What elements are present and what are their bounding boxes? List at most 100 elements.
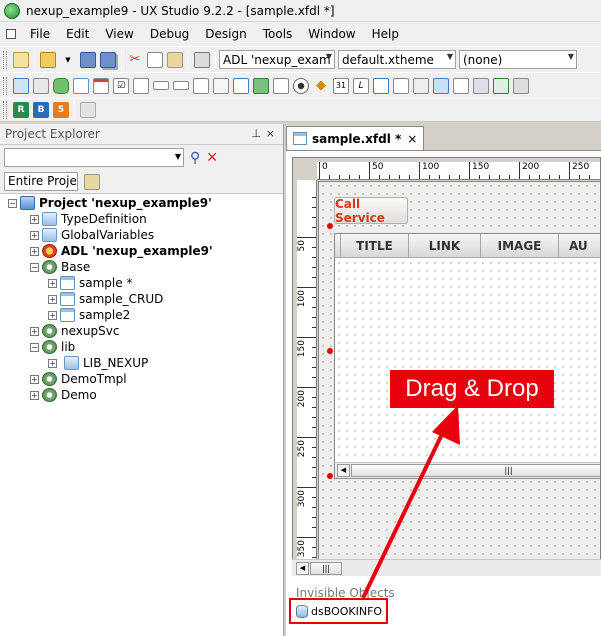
explorer-search-input[interactable]: ▼	[4, 148, 184, 167]
div-component-icon[interactable]	[233, 77, 249, 94]
adl-select[interactable]: ADL 'nexup_exam ▼	[219, 50, 335, 69]
tree-item-adl[interactable]: + ADL 'nexup_example9'	[30, 243, 213, 259]
tree-item-base[interactable]: − Base	[30, 259, 90, 275]
tree-item-nexupsvc[interactable]: + nexupSvc	[30, 323, 119, 339]
menu-edit[interactable]: Edit	[58, 22, 97, 46]
clear-icon[interactable]: ✕	[206, 150, 218, 166]
menu-debug[interactable]: Debug	[142, 22, 197, 46]
html5-tool-icon[interactable]: 5	[53, 102, 69, 118]
calendar-component-icon[interactable]	[73, 77, 89, 94]
dropdown-arrow-icon[interactable]: ▼	[60, 52, 76, 68]
tree-item-lib[interactable]: − lib	[30, 339, 75, 355]
collapse-icon[interactable]: −	[30, 342, 39, 352]
filter-icon[interactable]	[84, 173, 100, 190]
menu-design[interactable]: Design	[197, 22, 254, 46]
open-folder-icon[interactable]	[40, 51, 56, 68]
menu-view[interactable]: View	[97, 22, 141, 46]
selection-handle[interactable]	[327, 223, 333, 229]
scope-select[interactable]: Entire Proje	[4, 172, 78, 191]
grid-column-author[interactable]: AU	[559, 234, 600, 258]
menu-file[interactable]: File	[22, 22, 58, 46]
tree-component-icon[interactable]	[433, 77, 449, 94]
tree-item-globalvariables[interactable]: + GlobalVariables	[30, 227, 154, 243]
expand-icon[interactable]: +	[30, 214, 39, 224]
grid-component-icon[interactable]	[193, 77, 209, 94]
expand-icon[interactable]: +	[48, 358, 57, 368]
cut-icon[interactable]: ✂	[127, 52, 143, 68]
scrollbar-thumb[interactable]: |||	[351, 464, 600, 477]
edit-component-icon[interactable]	[153, 81, 169, 90]
editor-horizontal-scrollbar[interactable]: ◀ |||	[292, 559, 601, 576]
grid-column-image[interactable]: IMAGE	[481, 234, 559, 258]
copy-icon[interactable]	[147, 51, 163, 68]
grid-column-title[interactable]: TITLE	[341, 234, 409, 258]
menu-help[interactable]: Help	[364, 22, 407, 46]
tree-item-sample-crud[interactable]: + sample_CRUD	[48, 291, 163, 307]
scrollbar-thumb[interactable]: |||	[310, 562, 342, 575]
pin-icon[interactable]: ⊥	[251, 127, 261, 140]
grid-body[interactable]	[335, 259, 600, 461]
collapse-icon[interactable]: −	[30, 262, 39, 272]
tree-item-demotmpl[interactable]: + DemoTmpl	[30, 371, 127, 387]
table-component-icon[interactable]	[393, 77, 409, 94]
expand-icon[interactable]: +	[30, 374, 39, 384]
expand-icon[interactable]: +	[30, 230, 39, 240]
window-menu-icon[interactable]	[0, 22, 22, 46]
expand-icon[interactable]: +	[30, 246, 39, 256]
groupbox-component-icon[interactable]	[213, 77, 229, 94]
new-icon[interactable]	[13, 51, 29, 68]
b-tool-icon[interactable]: B	[33, 102, 49, 118]
progress-component-icon[interactable]	[453, 77, 469, 94]
scroll-left-icon[interactable]: ◀	[296, 562, 309, 575]
expand-icon[interactable]: +	[48, 294, 57, 304]
scroll-left-icon[interactable]: ◀	[337, 464, 350, 477]
spin-component-icon[interactable]	[413, 77, 429, 94]
shape-component-icon[interactable]	[53, 77, 69, 94]
grid-column-link[interactable]: LINK	[409, 234, 481, 258]
call-service-button[interactable]: Call Service	[334, 197, 408, 225]
form-component-icon[interactable]	[93, 77, 109, 94]
menu-component-icon[interactable]	[273, 77, 289, 94]
static-text-icon[interactable]: L	[353, 77, 369, 94]
maskedit-component-icon[interactable]	[173, 81, 189, 90]
tree-item-sample2[interactable]: + sample2	[48, 307, 130, 323]
tree-item-typedefinition[interactable]: + TypeDefinition	[30, 211, 147, 227]
more-component-icon[interactable]	[513, 77, 529, 94]
paste-icon[interactable]	[167, 51, 183, 68]
save-icon[interactable]	[80, 51, 96, 68]
selection-handle[interactable]	[327, 348, 333, 354]
selection-handle[interactable]	[327, 473, 333, 479]
toolbar-grip[interactable]	[3, 101, 7, 119]
close-tab-icon[interactable]: ×	[407, 132, 417, 146]
toolbar-grip[interactable]	[3, 76, 7, 95]
tree-item-demo[interactable]: + Demo	[30, 387, 97, 403]
expand-icon[interactable]: +	[30, 326, 39, 336]
listbox-component-icon[interactable]	[133, 77, 149, 94]
tree-item-project[interactable]: − Project 'nexup_example9'	[8, 195, 212, 211]
dataset-item[interactable]: dsBOOKINFO	[289, 598, 388, 624]
r-tool-icon[interactable]: R	[13, 102, 29, 118]
expand-icon[interactable]: +	[30, 390, 39, 400]
select-pointer-icon[interactable]	[13, 77, 29, 94]
search-icon[interactable]: ⚲	[190, 150, 200, 166]
button-component-icon[interactable]	[33, 77, 49, 94]
web-component-icon[interactable]	[473, 77, 489, 94]
plugin-component-icon[interactable]	[493, 77, 509, 94]
checkbox-component-icon[interactable]: ☑	[113, 77, 129, 94]
collapse-icon[interactable]: −	[8, 198, 17, 208]
toolbar-grip[interactable]	[3, 50, 7, 69]
book-grid[interactable]: TITLE LINK IMAGE AU ◀ |||	[334, 233, 600, 479]
tab-component-icon[interactable]	[373, 77, 389, 94]
tree-item-sample[interactable]: + sample *	[48, 275, 132, 291]
none-select[interactable]: (none) ▼	[459, 50, 577, 69]
menu-window[interactable]: Window	[300, 22, 363, 46]
tab-sample-xfdl[interactable]: sample.xfdl * ×	[286, 126, 425, 150]
grid-horizontal-scrollbar[interactable]: ◀ |||	[335, 462, 600, 478]
close-icon[interactable]: ×	[266, 127, 275, 140]
save-all-icon[interactable]	[100, 51, 116, 68]
print-icon[interactable]	[194, 51, 210, 68]
date-component-icon[interactable]: 31	[333, 77, 349, 94]
radio-component-icon[interactable]	[293, 77, 309, 94]
tree-item-lib-nexup[interactable]: + LIB_NEXUP	[48, 355, 148, 371]
expand-icon[interactable]: +	[48, 278, 57, 288]
